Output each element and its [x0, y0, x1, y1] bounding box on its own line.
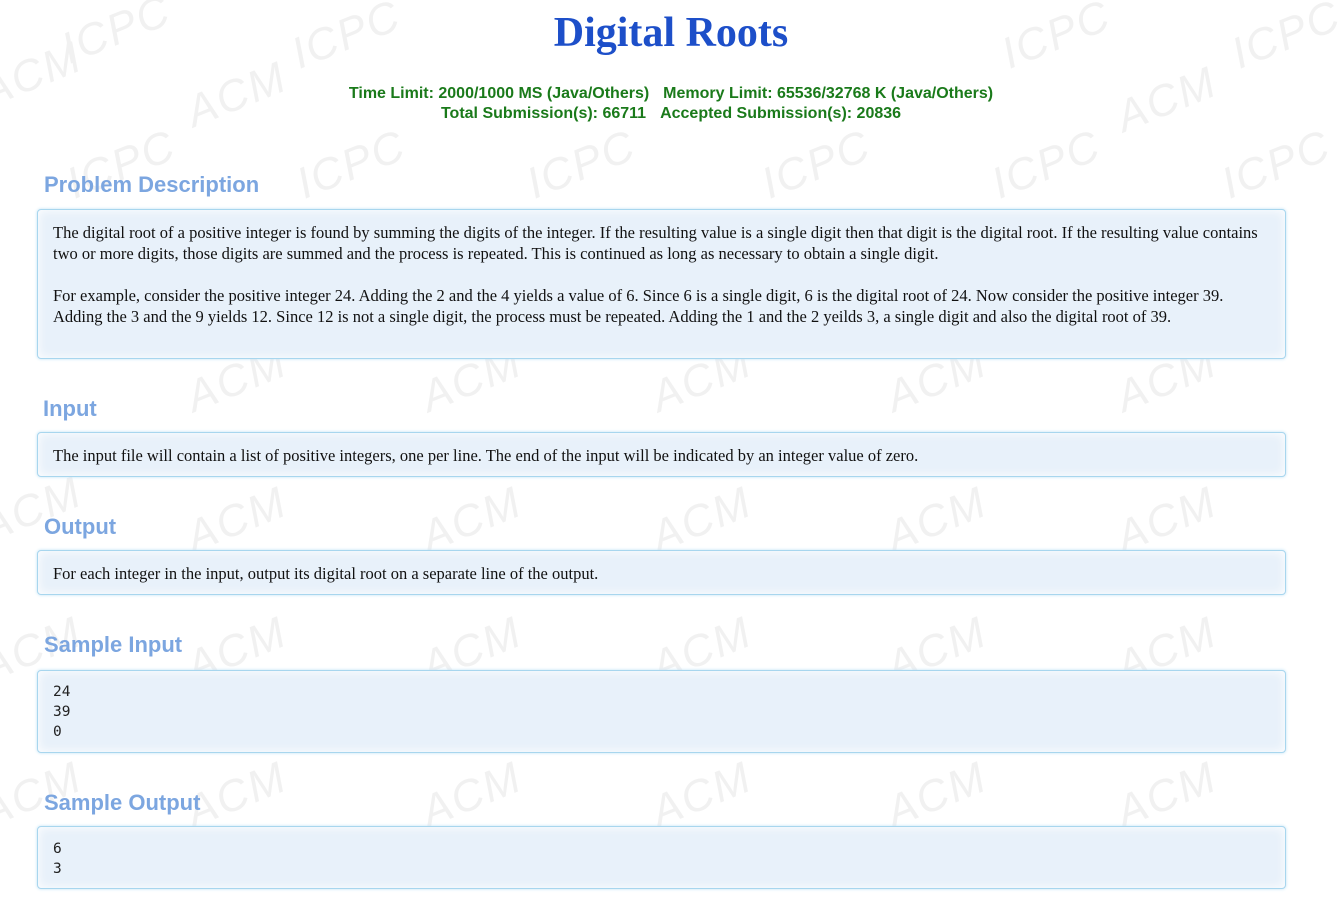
sample-output-text: 6 3 — [53, 841, 62, 877]
input-text: The input file will contain a list of po… — [53, 446, 919, 465]
accepted-submissions: Accepted Submission(s): 20836 — [660, 105, 902, 122]
watermark-acm: ACM — [414, 752, 529, 837]
watermark-icpc: ICPC — [289, 120, 413, 209]
sample-output-panel: 6 3 — [37, 826, 1286, 889]
sample-input-text: 24 39 0 — [53, 684, 71, 740]
problem-description-heading: Problem Description — [44, 172, 260, 197]
output-panel: For each integer in the input, output it… — [37, 550, 1286, 595]
total-submissions: Total Submission(s): 66711 — [440, 105, 647, 122]
sample-input-heading: Sample Input — [44, 632, 183, 657]
limits-line-1: Time Limit: 2000/1000 MS (Java/Others) Me… — [0, 84, 1342, 104]
watermark-acm: ACM — [1109, 752, 1224, 837]
watermark-acm: ACM — [644, 752, 759, 837]
output-text: For each integer in the input, output it… — [53, 564, 599, 583]
problem-description-panel: The digital root of a positive integer i… — [37, 209, 1286, 359]
sample-input-panel: 24 39 0 — [37, 670, 1286, 753]
memory-limit: Memory Limit: 65536/32768 K (Java/Others… — [663, 85, 994, 102]
watermark-icpc: ICPC — [519, 120, 643, 209]
problem-title: Digital Roots — [553, 10, 789, 56]
watermark-icpc: ICPC — [754, 120, 878, 209]
watermark-icpc: ICPC — [1214, 120, 1338, 209]
output-heading: Output — [44, 514, 117, 539]
description-paragraph: The digital root of a positive integer i… — [53, 223, 1258, 263]
watermark-icpc: ICPC — [984, 120, 1108, 209]
limits-line-2: Total Submission(s): 66711 Accepted Submi… — [0, 104, 1342, 124]
input-panel: The input file will contain a list of po… — [37, 432, 1286, 477]
time-limit: Time Limit: 2000/1000 MS (Java/Others) — [348, 85, 650, 102]
input-heading: Input — [43, 396, 97, 421]
watermark-acm: ACM — [879, 752, 994, 837]
problem-limits: Time Limit: 2000/1000 MS (Java/Others) Me… — [0, 84, 1342, 124]
description-paragraph: For example, consider the positive integ… — [53, 286, 1224, 326]
sample-output-heading: Sample Output — [44, 790, 201, 815]
